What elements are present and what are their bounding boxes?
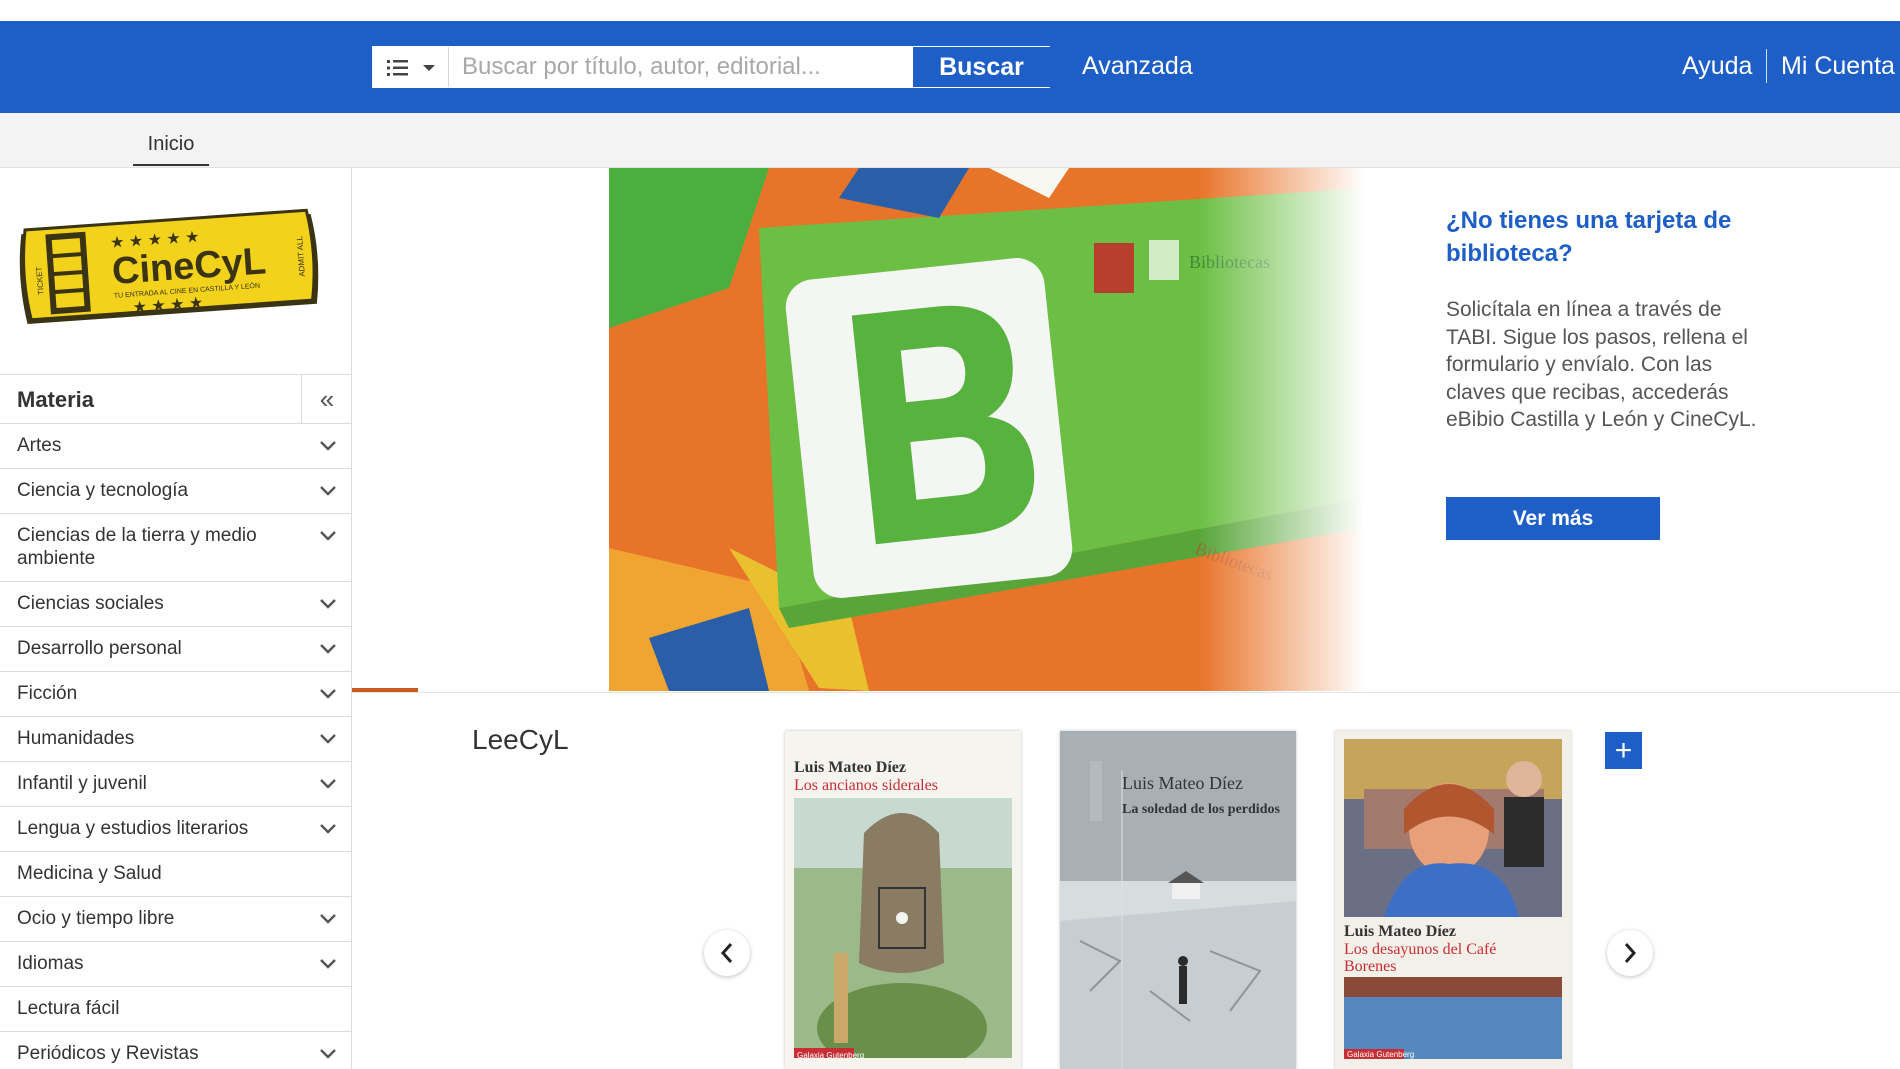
promo-text: Solicítala en línea a través de TABI. Si… — [1446, 298, 1757, 431]
sidebar-category-label: Desarrollo personal — [17, 638, 182, 659]
chevron-right-icon — [1624, 943, 1637, 963]
sidebar-category-label: Ciencias sociales — [17, 593, 164, 614]
sidebar-category-item[interactable]: Ciencia y tecnología — [0, 469, 352, 514]
book-title: La soledad de los perdidos — [1122, 802, 1280, 817]
book-publisher: Alfaguara — [1060, 731, 1061, 732]
subject-filter-title: Materia — [17, 387, 95, 412]
sidebar-category-label: Periódicos y Revistas — [17, 1043, 199, 1064]
sidebar-category-label: Lengua y estudios literarios — [17, 818, 249, 839]
subject-filter-header: Materia « — [0, 374, 352, 424]
sidebar-category-item[interactable]: Ficción — [0, 672, 352, 717]
sidebar-category-item[interactable]: Artes — [0, 424, 352, 469]
my-account-link[interactable]: Mi Cuenta — [1781, 52, 1895, 81]
tab-inicio[interactable]: Inicio — [133, 133, 209, 166]
chevron-down-icon[interactable] — [318, 437, 338, 455]
chevron-down-icon[interactable] — [318, 1045, 338, 1063]
book-publisher: Galaxia Gutenberg — [797, 1051, 865, 1060]
svg-text:★ ★ ★ ★: ★ ★ ★ ★ — [132, 295, 204, 317]
book-cover-art — [1344, 739, 1562, 917]
book-cover-2[interactable]: Luis Mateo Díez La soledad de los perdid… — [1060, 731, 1296, 1069]
sidebar-category-item[interactable]: Periódicos y Revistas — [0, 1032, 352, 1069]
hero-divider — [352, 692, 1900, 693]
book-cover-art — [794, 798, 1012, 1058]
book-title: Los desayunos del Café Borenes — [1344, 941, 1497, 975]
hero-slide-indicator — [352, 688, 418, 692]
promo-title: ¿No tienes una tarjeta de biblioteca? — [1446, 207, 1732, 267]
chevron-down-icon[interactable] — [318, 820, 338, 838]
help-link[interactable]: Ayuda — [1682, 52, 1752, 81]
book-author: Luis Mateo Díez — [1122, 773, 1243, 793]
chevron-down-icon[interactable] — [318, 640, 338, 658]
sidebar-category-item[interactable]: Lengua y estudios literarios — [0, 807, 352, 852]
subject-list: Artes Ciencia y tecnología Ciencias de la … — [0, 424, 352, 1069]
book-title: Los ancianos siderales — [794, 777, 938, 794]
see-more-button[interactable]: Ver más — [1446, 497, 1660, 540]
chevron-down-icon[interactable] — [318, 775, 338, 793]
double-chevron-left-icon: « — [319, 383, 335, 414]
book-cover-3[interactable]: Luis Mateo Díez Los desayunos del Café B… — [1335, 731, 1571, 1069]
book-publisher: Galaxia Gutenberg — [1347, 1050, 1415, 1059]
advanced-search-link[interactable]: Avanzada — [1082, 52, 1193, 81]
chevron-down-icon[interactable] — [318, 955, 338, 973]
collapse-sidebar-button[interactable]: « — [301, 375, 352, 423]
sidebar-category-item[interactable]: Ciencias sociales — [0, 582, 352, 627]
book-author: Luis Mateo Díez — [794, 759, 906, 776]
search-button[interactable]: Buscar — [913, 47, 1050, 87]
chevron-down-icon[interactable] — [318, 527, 338, 545]
cinecyl-ticket-logo: ★ ★ ★ ★ ★ CineCyL TU ENTRADA AL CINE EN … — [19, 208, 319, 325]
sidebar: ★ ★ ★ ★ ★ CineCyL TU ENTRADA AL CINE EN … — [0, 168, 352, 1069]
sidebar-category-item[interactable]: Ocio y tiempo libre — [0, 897, 352, 942]
carousel-prev-button[interactable] — [704, 930, 750, 976]
chevron-left-icon — [720, 943, 733, 963]
sidebar-category-item[interactable]: Lectura fácil — [0, 987, 352, 1032]
book-cover-1[interactable]: Luis Mateo Díez Los ancianos siderales G… — [785, 731, 1021, 1069]
sidebar-category-label: Ciencia y tecnología — [17, 480, 189, 501]
sidebar-category-item[interactable]: Desarrollo personal — [0, 627, 352, 672]
hero-banner-image: Bibliotecas Bibliotecas — [609, 168, 1365, 691]
search-type-dropdown[interactable] — [373, 47, 449, 87]
sub-navigation: Inicio — [0, 113, 1900, 168]
search-input[interactable] — [450, 47, 913, 87]
chevron-down-icon[interactable] — [318, 685, 338, 703]
chevron-down-icon[interactable] — [318, 482, 338, 500]
top-bar: Buscar Avanzada Ayuda Mi Cuenta — [0, 21, 1900, 113]
sidebar-category-label: Infantil y juvenil — [17, 773, 147, 794]
chevron-down-icon[interactable] — [318, 910, 338, 928]
sidebar-category-label: Ciencias de la tierra y medio ambiente — [17, 525, 257, 569]
chevron-down-icon[interactable] — [318, 595, 338, 613]
sidebar-category-label: Humanidades — [17, 728, 135, 749]
sidebar-category-item[interactable]: Medicina y Salud — [0, 852, 352, 897]
carousel-next-button[interactable] — [1607, 930, 1653, 976]
sidebar-category-label: Artes — [17, 435, 62, 456]
shelf-title: LeeCyL — [472, 724, 569, 755]
header-divider — [1766, 49, 1767, 83]
library-card-photo: Bibliotecas Bibliotecas — [609, 168, 1365, 691]
sidebar-category-item[interactable]: Humanidades — [0, 717, 352, 762]
list-icon — [387, 60, 435, 76]
chevron-down-icon[interactable] — [318, 730, 338, 748]
cinecyl-logo[interactable]: ★ ★ ★ ★ ★ CineCyL TU ENTRADA AL CINE EN … — [14, 194, 324, 342]
book-cover-art-bottom — [1344, 977, 1562, 1059]
sidebar-category-label: Medicina y Salud — [17, 863, 162, 884]
book-author: Luis Mateo Díez — [1344, 923, 1456, 940]
sidebar-category-item[interactable]: Idiomas — [0, 942, 352, 987]
sidebar-category-item[interactable]: Ciencias de la tierra y medio ambiente — [0, 514, 352, 582]
sidebar-category-label: Ficción — [17, 683, 78, 704]
sidebar-category-label: Idiomas — [17, 953, 84, 974]
sidebar-category-item[interactable]: Infantil y juvenil — [0, 762, 352, 807]
sidebar-category-label: Ocio y tiempo libre — [17, 908, 175, 929]
search-box: Buscar — [372, 46, 1050, 88]
sidebar-category-label: Lectura fácil — [17, 998, 120, 1019]
shelf-more-button[interactable]: + — [1605, 732, 1642, 769]
